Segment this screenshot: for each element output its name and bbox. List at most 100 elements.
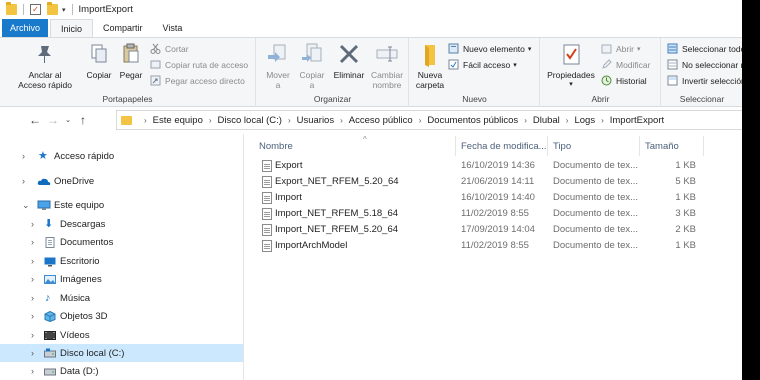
chevron-right-icon[interactable]: › [31, 366, 34, 376]
chevron-right-icon[interactable]: › [31, 219, 34, 229]
address-bar[interactable]: › Este equipo › Disco local (C:) › Usuar… [116, 110, 742, 130]
chevron-right-icon[interactable]: › [288, 116, 291, 125]
chevron-right-icon[interactable]: › [209, 116, 212, 125]
folder-icon [6, 2, 17, 15]
copy-to-button[interactable]: Copiar a [295, 41, 329, 90]
breadcrumb-dlubal[interactable]: Dlubal [533, 115, 560, 126]
organize-group: Mover a Copiar a Eliminar Cambiar nombre [257, 38, 409, 107]
chevron-right-icon[interactable]: › [144, 116, 147, 125]
chevron-right-icon[interactable]: › [31, 237, 34, 247]
nav-item-3d-objects[interactable]: › Objetos 3D [0, 307, 243, 325]
chevron-right-icon[interactable]: › [419, 116, 422, 125]
copy-path-label: Copiar ruta de acceso [165, 59, 249, 70]
easy-access-button[interactable]: Fácil acceso ▾ [448, 57, 517, 72]
customize-toolbar-chevron-icon[interactable]: ▾ [62, 6, 66, 14]
table-row[interactable]: Import 16/10/2019 14:40 Documento de tex… [245, 190, 742, 206]
column-header-size[interactable]: Tamaño [645, 138, 701, 154]
column-divider[interactable] [547, 136, 548, 156]
table-row[interactable]: ImportArchModel 11/02/2019 8:55 Document… [245, 238, 742, 254]
column-header-name[interactable]: Nombre ^ [259, 135, 455, 154]
cut-button[interactable]: Cortar [150, 41, 189, 56]
chevron-right-icon[interactable]: › [31, 293, 34, 303]
column-divider[interactable] [455, 136, 456, 156]
new-item-label: Nuevo elemento [463, 43, 525, 54]
back-arrow-icon[interactable]: ← [26, 113, 44, 127]
text-file-icon [262, 208, 272, 220]
paste-button[interactable]: Pegar [116, 41, 146, 80]
nav-item-local-disk-c[interactable]: › Disco local (C:) [0, 344, 243, 362]
chevron-right-icon[interactable]: › [566, 116, 569, 125]
nav-item-pictures[interactable]: › Imágenes [0, 270, 243, 288]
breadcrumb-disco-local[interactable]: Disco local (C:) [218, 115, 282, 126]
nav-item-downloads[interactable]: › ⬇ Descargas [0, 215, 243, 233]
forward-arrow-icon[interactable]: → [44, 113, 62, 127]
nav-item-onedrive[interactable]: › OneDrive [0, 172, 243, 190]
properties-quick-access-icon[interactable]: ✓ [30, 4, 41, 15]
chevron-right-icon[interactable]: › [340, 116, 343, 125]
chevron-right-icon[interactable]: › [524, 116, 527, 125]
open-group: Propiedades ▾ Abrir ▾ Modificar Historia… [541, 38, 661, 107]
new-item-button[interactable]: Nuevo elemento ▾ [448, 41, 531, 56]
chevron-right-icon[interactable]: › [31, 256, 34, 266]
chevron-down-icon[interactable]: ⌄ [22, 200, 30, 211]
history-button[interactable]: Historial [601, 73, 647, 88]
chevron-right-icon[interactable]: › [31, 311, 34, 321]
paste-shortcut-button[interactable]: Pegar acceso directo [150, 73, 245, 88]
invert-selection-button[interactable]: Invertir selección [667, 73, 742, 88]
3d-objects-icon [44, 310, 56, 322]
breadcrumb-acceso-publico[interactable]: Acceso público [349, 115, 413, 126]
up-arrow-icon[interactable]: ↑ [74, 113, 92, 127]
nav-item-label: Imágenes [60, 273, 102, 285]
select-all-button[interactable]: Seleccionar todo [667, 41, 742, 56]
breadcrumb-importexport[interactable]: ImportExport [610, 115, 664, 126]
tab-vista[interactable]: Vista [153, 19, 193, 37]
breadcrumb-este-equipo[interactable]: Este equipo [153, 115, 203, 126]
column-header-type[interactable]: Tipo [553, 138, 639, 154]
nav-item-videos[interactable]: › Vídeos [0, 326, 243, 344]
table-row[interactable]: Import_NET_RFEM_5.18_64 11/02/2019 8:55 … [245, 206, 742, 222]
copy-path-button[interactable]: Copiar ruta de acceso [150, 57, 248, 72]
column-header-name-label: Nombre [259, 140, 293, 152]
chevron-right-icon[interactable]: › [22, 151, 25, 161]
properties-dropdown-icon: ▾ [569, 81, 573, 88]
rename-label: Cambiar nombre [370, 70, 404, 90]
tab-archivo[interactable]: Archivo [2, 19, 49, 37]
chevron-right-icon[interactable]: › [31, 274, 34, 284]
tab-compartir[interactable]: Compartir [93, 19, 153, 37]
edit-button[interactable]: Modificar [601, 57, 650, 72]
column-divider[interactable] [639, 136, 640, 156]
nav-item-este-equipo[interactable]: ⌄ Este equipo [0, 196, 243, 214]
new-folder-button[interactable]: Nueva carpeta [412, 41, 448, 90]
tab-inicio[interactable]: Inicio [50, 19, 94, 37]
breadcrumb-logs[interactable]: Logs [574, 115, 595, 126]
nav-item-data-d[interactable]: › Data (D:) [0, 362, 243, 380]
chevron-right-icon[interactable]: › [31, 348, 34, 358]
move-to-button[interactable]: Mover a [261, 41, 295, 90]
pin-quick-access-button[interactable]: Anclar al Acceso rápido [18, 41, 72, 90]
delete-button[interactable]: Eliminar [331, 41, 367, 80]
chevron-right-icon[interactable]: › [601, 116, 604, 125]
breadcrumb-documentos-publicos[interactable]: Documentos públicos [427, 115, 518, 126]
nav-item-documents[interactable]: › Documentos [0, 233, 243, 251]
nav-item-desktop[interactable]: › Escritorio [0, 252, 243, 270]
nav-item-label: Objetos 3D [60, 310, 108, 322]
table-row[interactable]: Export_NET_RFEM_5.20_64 21/06/2019 14:11… [245, 174, 742, 190]
open-button[interactable]: Abrir ▾ [601, 41, 640, 56]
table-row[interactable]: Import_NET_RFEM_5.20_64 17/09/2019 14:04… [245, 222, 742, 238]
breadcrumb-usuarios[interactable]: Usuarios [297, 115, 335, 126]
copy-button[interactable]: Copiar [82, 41, 116, 80]
rename-button[interactable]: Cambiar nombre [369, 41, 405, 90]
nav-item-music[interactable]: › ♪ Música [0, 289, 243, 307]
recent-locations-chevron-icon[interactable]: ⌄ [62, 116, 74, 124]
text-file-icon [262, 224, 272, 236]
chevron-right-icon[interactable]: › [31, 330, 34, 340]
column-divider[interactable] [703, 136, 704, 156]
new-folder-quick-access-icon[interactable] [47, 2, 58, 15]
column-header-modified[interactable]: Fecha de modifica... [461, 138, 547, 154]
nav-item-quick-access[interactable]: › ★ Acceso rápido [0, 147, 243, 165]
properties-button[interactable]: Propiedades ▾ [545, 41, 597, 90]
table-row[interactable]: Export 16/10/2019 14:36 Documento de tex… [245, 158, 742, 174]
chevron-right-icon[interactable]: › [22, 176, 25, 186]
music-icon: ♪ [45, 291, 51, 304]
select-none-button[interactable]: No seleccionar nada [667, 57, 742, 72]
